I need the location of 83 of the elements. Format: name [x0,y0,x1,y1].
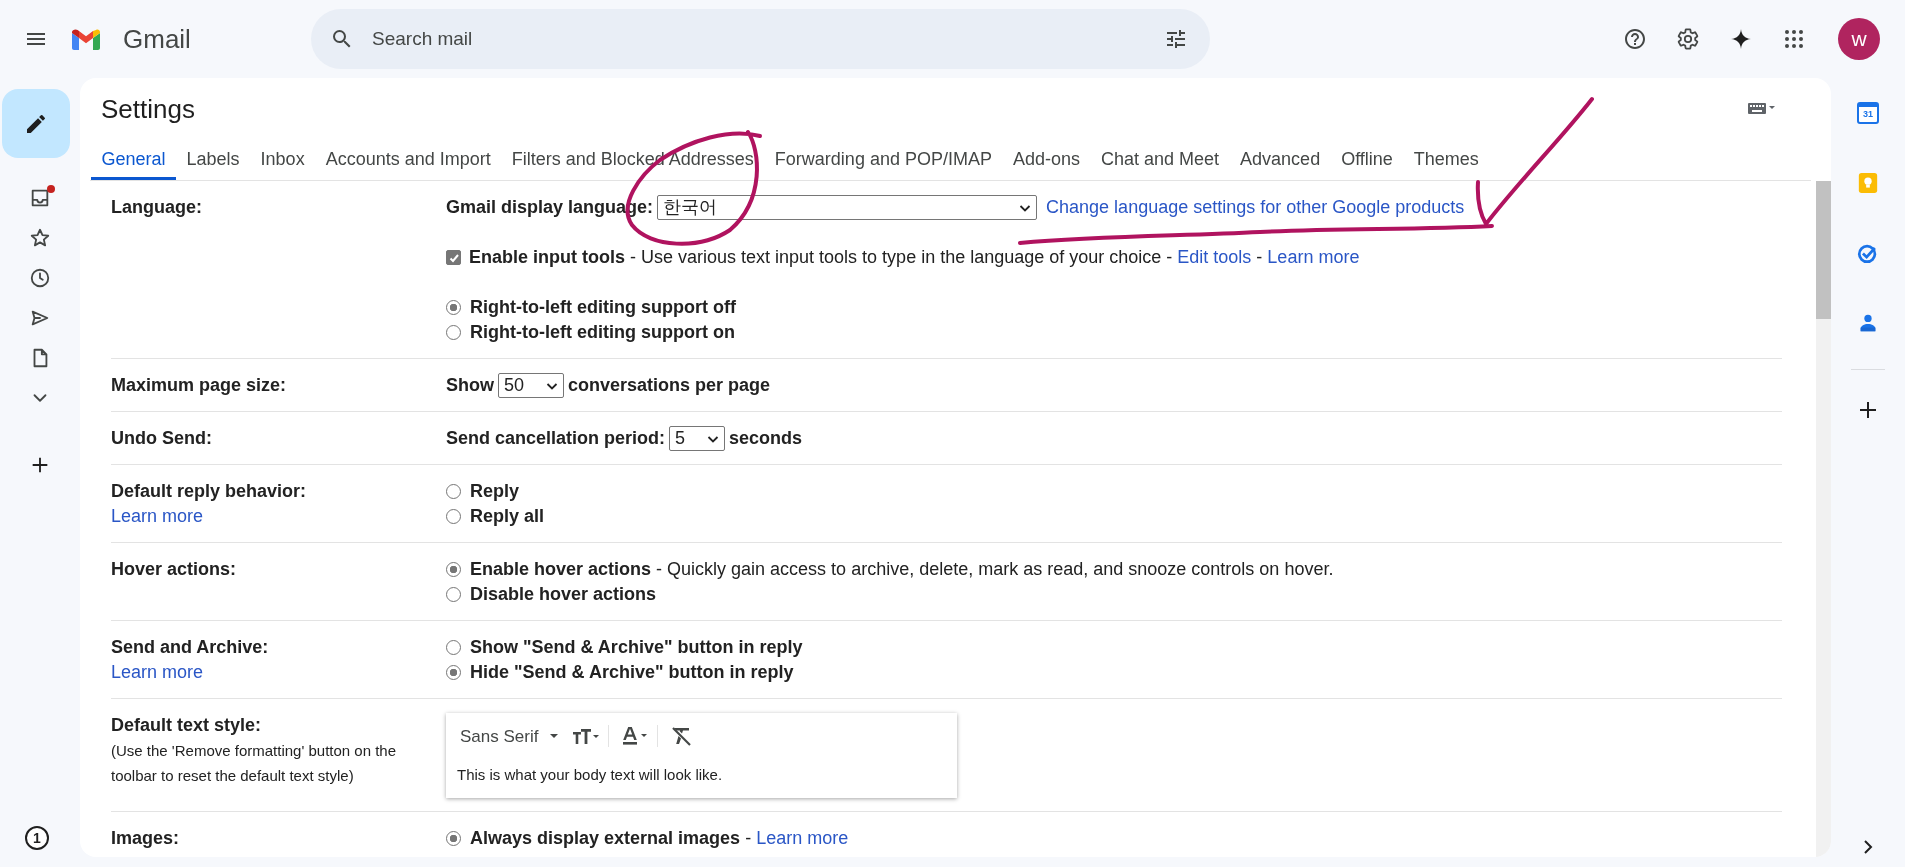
field-suffix: seconds [729,427,803,450]
option-label: Enable hover actions [470,558,652,581]
sample-text: This is what your body text will look like. [456,765,724,785]
radio-button[interactable] [446,587,461,602]
option-label: Reply [470,480,520,503]
description-text: - [745,827,752,850]
settings-tab[interactable]: Inbox [250,142,316,180]
settings-tab[interactable]: General [91,142,177,180]
field-label: Send cancellation period: [446,427,666,450]
keyboard-icon [1747,100,1775,117]
settings-tab[interactable]: Themes [1403,142,1490,180]
scrollbar[interactable] [1816,181,1831,857]
description-text: - [1256,246,1263,269]
option-label: Right-to-left editing support on [470,321,735,344]
radio-button[interactable] [446,831,461,846]
account-avatar[interactable]: w [1838,18,1880,60]
option-label: Right-to-left editing support off [470,296,736,319]
radio-button[interactable] [446,562,461,577]
setting-label: Default reply behavior: [111,480,308,503]
text-color-icon [621,725,650,747]
option-label: Reply all [470,505,545,528]
setting-label: Default text style: [111,714,263,737]
checkmark-circle-icon [1857,242,1879,264]
setting-label: Images: [111,827,181,850]
lightbulb-note-icon [1857,172,1879,194]
learn-more-link[interactable]: Learn more [111,506,204,526]
scrollbar-thumb[interactable] [1816,181,1831,319]
settings-tab[interactable]: Add-ons [1002,142,1091,180]
language-settings-link[interactable]: Change language settings for other Google products [1046,195,1465,220]
search-input[interactable]: Search mail [370,27,1152,51]
radio-button[interactable] [446,325,461,340]
radio-button[interactable] [446,665,461,680]
settings-tab[interactable]: Chat and Meet [1090,142,1230,180]
help-icon [1623,27,1647,51]
page-title: Settings [101,93,195,126]
setting-label: Undo Send: [111,427,213,450]
radio-button[interactable] [446,300,461,315]
calendar-icon: 31 [1857,102,1879,124]
envelope-logo-icon [72,28,100,50]
checkbox[interactable] [446,250,461,265]
learn-more-link[interactable]: Learn more [111,662,204,682]
font-dropdown[interactable]: Sans Serif [456,723,565,749]
app-name: Gmail [123,23,191,55]
input-tools-button[interactable] [1747,100,1775,117]
link[interactable]: Edit tools [1177,245,1252,270]
radio-button[interactable] [446,640,461,655]
field-suffix: conversations per page [568,374,771,397]
link[interactable]: Learn more [756,826,849,851]
settings-tab[interactable]: Offline [1330,142,1404,180]
star-icon [29,227,51,249]
setting-label: Language: [111,196,203,219]
option-label: Show "Send & Archive" button in reply [470,636,803,659]
settings-icon [1676,27,1700,51]
search-field[interactable]: Search mail [311,9,1210,69]
dropdown[interactable]: 한국어 [657,195,1038,220]
inbox-icon [29,187,51,209]
radio-button[interactable] [446,509,461,524]
setting-label: Send and Archive: [111,636,270,659]
field-label: Show [446,374,494,397]
clear-format-icon [670,725,693,747]
status-badge: 1 [25,826,49,850]
setting-label: Hover actions: [111,558,238,581]
clock-icon [29,267,51,289]
description-text: - Use various text input tools to type in the language of your choice - [630,246,1173,269]
option-label: Hide "Send & Archive" button in reply [470,661,794,684]
setting-note: (Use the 'Remove formatting' button on the toolbar to reset the default text style) [111,741,398,786]
option-label: Always display external images [470,827,741,850]
option-label: Disable hover actions [470,583,657,606]
description-text: - Quickly gain access to archive, delete, mark as read, and snooze controls on hover. [656,558,1334,581]
settings-tab[interactable]: Labels [176,142,251,180]
dropdown[interactable]: 5 [669,426,726,451]
link[interactable]: Learn more [1267,245,1360,270]
side-app-button[interactable]: 31 [1848,93,1888,133]
settings-tab[interactable]: Forwarding and POP/IMAP [764,142,1003,180]
radio-button[interactable] [446,484,461,499]
sliders-icon [1164,27,1188,51]
settings-tab[interactable]: Advanced [1229,142,1331,180]
grid-icon [1782,27,1806,51]
setting-label: Maximum page size: [111,374,288,397]
dropdown[interactable]: 50 [498,373,565,398]
option-label: Enable input tools [469,246,625,269]
settings-tab[interactable]: Accounts and Import [315,142,502,180]
compose-button[interactable] [2,89,70,158]
